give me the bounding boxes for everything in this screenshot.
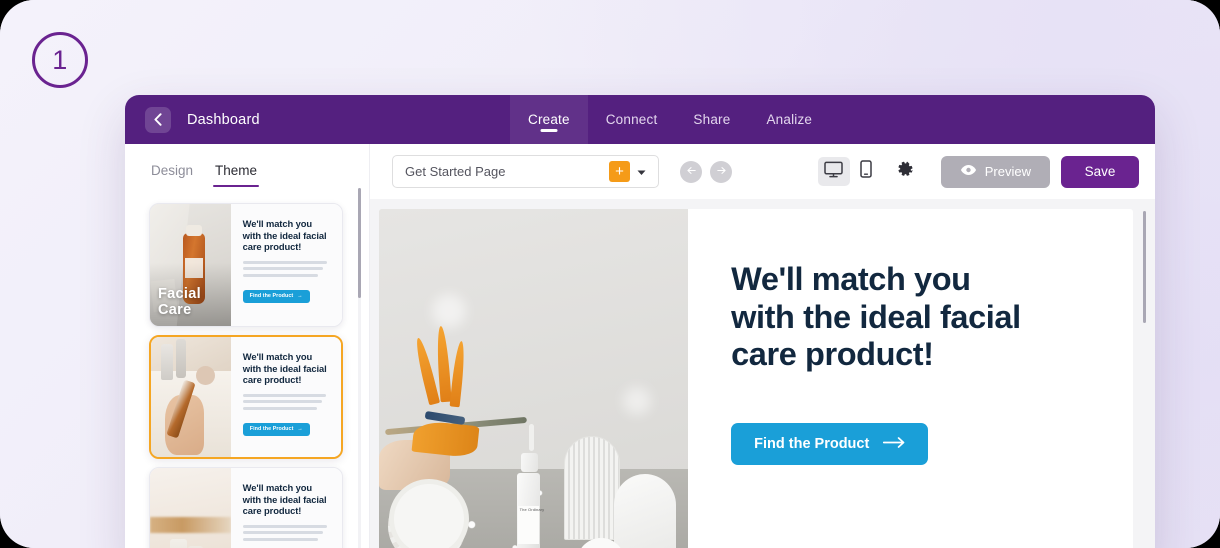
desktop-icon <box>824 161 843 183</box>
theme-thumbnail-cta-label: Find the Product <box>249 293 294 300</box>
canvas-scrollbar[interactable] <box>1143 211 1146 548</box>
theme-thumbnail-heading: We'll match you with the ideal facial ca… <box>242 351 327 386</box>
theme-thumbnail-body-lines <box>242 393 331 410</box>
theme-card[interactable]: We'll match you with the ideal facial ca… <box>149 335 343 459</box>
arrow-right-icon <box>716 163 727 181</box>
tab-share[interactable]: Share <box>675 95 748 144</box>
theme-thumbnail-content: We'll match you with the ideal facial ca… <box>230 337 341 457</box>
theme-card[interactable]: Facial Care We'll match you with the ide… <box>149 203 343 327</box>
find-the-product-label: Find the Product <box>754 435 870 452</box>
hero-content: We'll match you with the ideal facial ca… <box>688 209 1133 548</box>
chevron-down-icon <box>637 163 646 181</box>
theme-list: Facial Care We'll match you with the ide… <box>125 203 369 548</box>
preview-button-label: Preview <box>984 164 1031 179</box>
theme-thumbnail-cta: Find the Product → <box>242 289 310 303</box>
slide-canvas: 1 Dashboard Create Connect Share Analize… <box>0 0 1220 548</box>
arrow-right-icon: → <box>297 426 303 433</box>
redo-button[interactable] <box>710 160 732 183</box>
theme-thumbnail-heading: We'll match you with the ideal facial ca… <box>242 482 327 517</box>
page-selector[interactable]: Get Started Page + <box>392 155 659 188</box>
canvas-viewport: The Ordinary We'll match you with the id… <box>370 199 1155 548</box>
theme-overlay-label: Facial Care <box>158 286 201 318</box>
add-page-button[interactable]: + <box>609 161 630 182</box>
theme-thumbnail-photo <box>150 468 231 548</box>
sidebar-tabs: Design Theme <box>125 163 369 187</box>
plus-icon: + <box>615 163 624 180</box>
page-title: Dashboard <box>187 111 260 128</box>
tab-analize-label: Analize <box>766 112 813 127</box>
page-dropdown-button[interactable] <box>630 161 652 182</box>
settings-button[interactable] <box>890 157 922 186</box>
arrow-right-icon <box>883 436 905 452</box>
top-navigation-bar: Dashboard Create Connect Share Analize <box>125 95 1155 144</box>
photo-hand-holding-serum <box>151 337 231 457</box>
editor-toolbar: Get Started Page + Preview Save <box>370 144 1155 199</box>
tab-create-label: Create <box>528 112 570 127</box>
sidebar-tab-design-label: Design <box>151 163 194 178</box>
history-buttons <box>680 160 732 183</box>
desktop-view-button[interactable] <box>817 157 850 186</box>
theme-thumbnail-photo: Facial Care <box>150 204 231 326</box>
app-window: Dashboard Create Connect Share Analize D… <box>125 95 1155 548</box>
tab-analize[interactable]: Analize <box>748 95 830 144</box>
preview-button[interactable]: Preview <box>940 155 1050 188</box>
chevron-left-icon <box>154 113 162 126</box>
sidebar-tab-theme-label: Theme <box>215 163 258 178</box>
hero-heading: We'll match you with the ideal facial ca… <box>731 261 1021 372</box>
canvas-area: Get Started Page + Preview Save The Ordi… <box>369 144 1155 548</box>
step-number-badge: 1 <box>32 32 88 88</box>
sidebar-tab-theme[interactable]: Theme <box>213 163 260 187</box>
photo-bottles-on-marble <box>150 468 231 548</box>
save-button-label: Save <box>1084 164 1116 179</box>
theme-thumbnail-heading: We'll match you with the ideal facial ca… <box>242 218 327 253</box>
eye-icon <box>960 164 977 179</box>
theme-thumbnail-body-lines <box>242 260 332 277</box>
mobile-icon <box>860 160 872 183</box>
gear-icon <box>897 161 914 183</box>
theme-card[interactable]: We'll match you with the ideal facial ca… <box>149 467 343 548</box>
theme-thumbnail-photo <box>151 337 231 457</box>
main-tabs: Create Connect Share Analize <box>510 95 830 144</box>
mobile-view-button[interactable] <box>850 157 882 186</box>
sidebar-tab-design[interactable]: Design <box>151 163 193 187</box>
product-brand-label: The Ordinary <box>519 506 545 512</box>
arrow-right-icon: → <box>297 293 303 300</box>
page-preview[interactable]: The Ordinary We'll match you with the id… <box>379 209 1133 548</box>
theme-thumbnail-content: We'll match you with the ideal facial ca… <box>230 204 342 326</box>
sidebar-scrollbar[interactable] <box>358 188 361 548</box>
undo-button[interactable] <box>680 160 702 183</box>
canvas-scrollbar-thumb[interactable] <box>1143 211 1146 323</box>
sidebar-scrollbar-thumb[interactable] <box>358 188 361 298</box>
theme-thumbnail-content: We'll match you with the ideal facial ca… <box>230 468 342 548</box>
tab-share-label: Share <box>693 112 731 127</box>
app-body: Design Theme Facial Care We'll match you… <box>125 144 1155 548</box>
hero-image: The Ordinary <box>379 209 689 548</box>
save-button[interactable]: Save <box>1061 155 1139 188</box>
tab-connect-label: Connect <box>605 112 658 127</box>
left-sidebar: Design Theme Facial Care We'll match you… <box>125 144 369 548</box>
arrow-left-icon <box>686 163 697 181</box>
tab-connect[interactable]: Connect <box>588 95 676 144</box>
theme-thumbnail-cta-label: Find the Product <box>249 426 294 433</box>
step-number-label: 1 <box>52 44 68 75</box>
theme-thumbnail-body-lines <box>242 524 332 541</box>
find-the-product-button[interactable]: Find the Product <box>731 422 929 465</box>
theme-thumbnail-cta: Find the Product → <box>242 422 310 436</box>
back-button[interactable] <box>145 106 171 133</box>
page-selector-label: Get Started Page <box>405 164 506 179</box>
toolbar-right-group: Preview Save <box>817 155 1139 188</box>
tab-create[interactable]: Create <box>510 95 588 144</box>
